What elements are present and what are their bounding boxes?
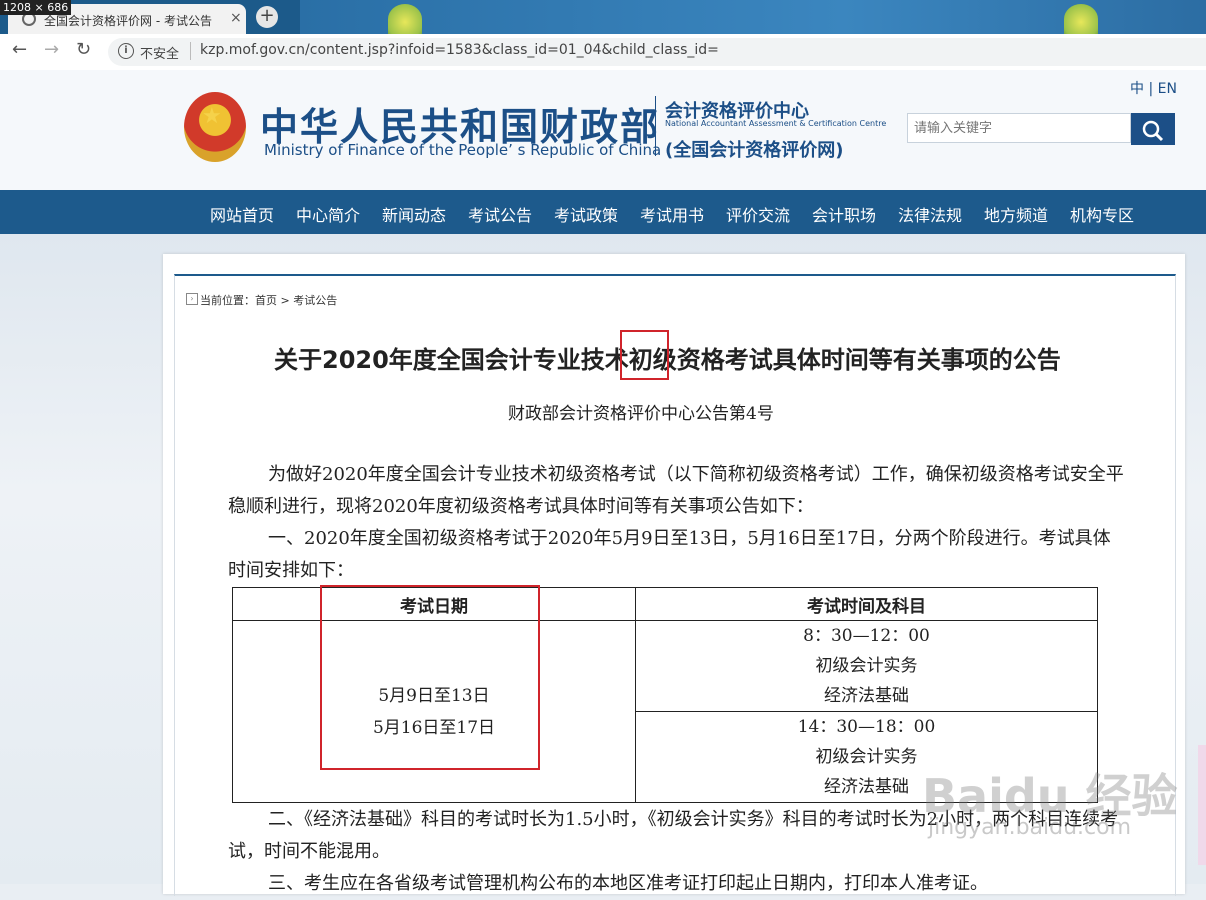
search-button[interactable] — [1131, 113, 1175, 145]
paragraph-4: 三、考生应在各省级考试管理机构公布的本地区准考证打印起止日期内，打印本人准考证。 — [228, 868, 1128, 900]
new-tab-button[interactable]: + — [256, 6, 278, 28]
highlight-box — [320, 585, 540, 770]
security-status[interactable]: 不安全 — [140, 43, 179, 62]
nav-item-exchange[interactable]: 评价交流 — [726, 202, 790, 226]
document-number: 财政部会计资格评价中心公告第4号 — [508, 404, 774, 424]
nav-item-home[interactable]: 网站首页 — [210, 202, 274, 226]
nav-item-books[interactable]: 考试用书 — [640, 202, 704, 226]
decor-ball — [1064, 4, 1098, 34]
nav-item-news[interactable]: 新闻动态 — [382, 202, 446, 226]
paragraph-2: 一、2020年度全国初级资格考试于2020年5月9日至13日，5月16日至17日… — [228, 523, 1128, 587]
search-input[interactable] — [907, 113, 1131, 143]
info-icon[interactable]: i — [118, 43, 134, 59]
breadcrumb-arrow-icon: › — [186, 293, 198, 305]
nav-item-policy[interactable]: 考试政策 — [554, 202, 618, 226]
decor-ball — [388, 4, 422, 34]
paragraph-2-text: 一、2020年度全国初级资格考试于2020年5月9日至13日，5月16日至17日… — [228, 528, 1111, 581]
paragraph-1: 为做好2020年度全国会计专业技术初级资格考试（以下简称初级资格考试）工作，确保… — [228, 459, 1128, 523]
nav-item-local[interactable]: 地方频道 — [984, 202, 1048, 226]
table-header-time: 考试时间及科目 — [635, 587, 1098, 621]
language-switch[interactable]: 中 | EN — [1130, 78, 1177, 98]
breadcrumb[interactable]: 当前位置：首页 > 考试公告 — [200, 292, 337, 308]
nav-item-about[interactable]: 中心简介 — [296, 202, 360, 226]
url-text[interactable]: kzp.mof.gov.cn/content.jsp?infoid=1583&c… — [200, 42, 719, 58]
site-subtitle: Ministry of Finance of the People’ s Rep… — [264, 141, 662, 159]
close-tab-icon[interactable]: × — [230, 10, 242, 26]
paragraph-1-text: 为做好2020年度全国会计专业技术初级资格考试（以下简称初级资格考试）工作，确保… — [228, 464, 1124, 517]
nav-item-career[interactable]: 会计职场 — [812, 202, 876, 226]
session-subject: 初级会计实务 — [815, 656, 918, 676]
emblem-star-icon: ★ — [202, 104, 222, 129]
session-time: 14：30—18：00 — [797, 717, 936, 737]
nav-item-law[interactable]: 法律法规 — [898, 202, 962, 226]
dimension-label: 1208 × 686 — [0, 0, 72, 15]
center-network: (全国会计资格评价网) — [665, 140, 844, 161]
center-english: National Accountant Assessment & Certifi… — [665, 119, 887, 128]
session-time: 8：30—12：00 — [803, 626, 930, 646]
search-icon — [1142, 120, 1164, 142]
reload-icon[interactable]: ↻ — [76, 39, 91, 60]
forward-arrow-icon[interactable]: → — [44, 39, 59, 60]
nav-item-institutions[interactable]: 机构专区 — [1070, 202, 1134, 226]
address-divider — [190, 42, 191, 60]
side-strip — [1198, 745, 1206, 865]
header-divider — [655, 96, 656, 156]
nav-item-announcements[interactable]: 考试公告 — [468, 202, 532, 226]
table-cell-session: 8：30—12：00 初级会计实务 经济法基础 — [635, 620, 1098, 712]
watermark-url: jingyan.baidu.com — [928, 815, 1132, 840]
session-subject: 经济法基础 — [824, 686, 909, 706]
highlight-box — [620, 330, 669, 380]
back-arrow-icon[interactable]: ← — [12, 39, 27, 60]
